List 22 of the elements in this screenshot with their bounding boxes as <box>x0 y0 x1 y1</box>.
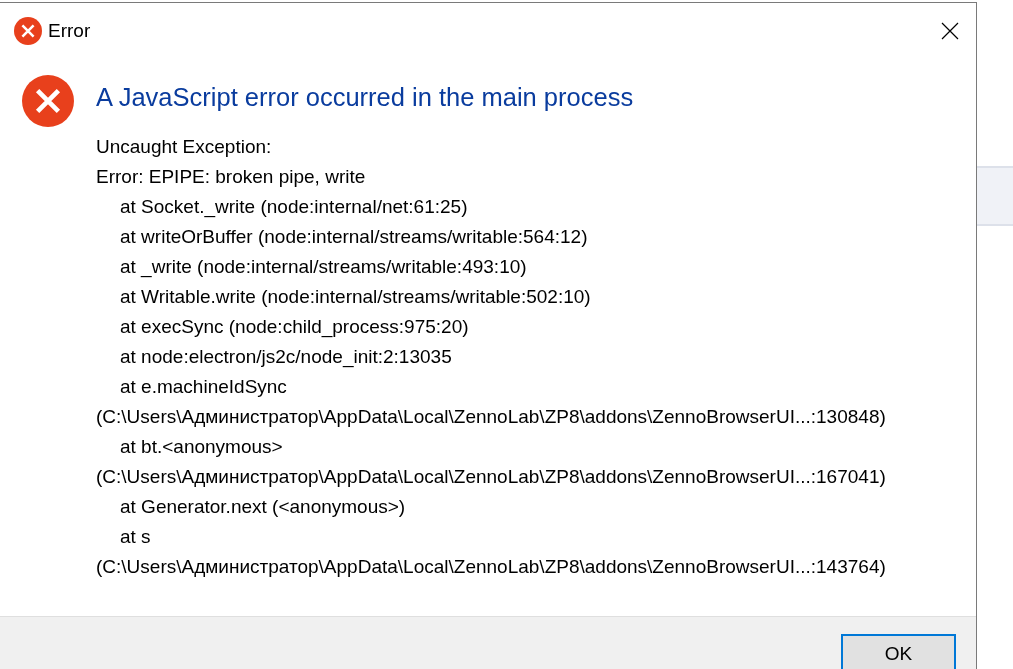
error-message-line: at bt.<anonymous> <box>119 435 284 459</box>
window-title: Error <box>48 20 92 42</box>
error-message-line: (C:\Users\Администратор\AppData\Local\ZennoLab\ZP8\addons\ZennoBrowserUI...:143764) <box>96 555 886 579</box>
error-icon <box>14 17 42 45</box>
error-message-line: at writeOrBuffer (node:internal/streams/writable:564:12) <box>119 225 589 249</box>
error-heading: A JavaScript error occurred in the main process <box>96 82 635 113</box>
error-message-line: Error: EPIPE: broken pipe, write <box>96 165 367 189</box>
error-message-line: at Socket._write (node:internal/net:61:25) <box>119 195 469 220</box>
error-message-line: at Writable.write (node:internal/streams/writable:502:10) <box>119 285 592 309</box>
error-message-line: (C:\Users\Администратор\AppData\Local\ZennoLab\ZP8\addons\ZennoBrowserUI...:130848) <box>96 405 886 429</box>
error-message-line: at e.machineIdSync <box>119 375 288 399</box>
error-icon <box>22 75 74 127</box>
error-message-line: Uncaught Exception: <box>96 135 273 159</box>
error-message-line: at execSync (node:child_process:975:20) <box>119 315 470 340</box>
ok-button[interactable]: OK <box>841 634 956 669</box>
error-message-line: (C:\Users\Администратор\AppData\Local\ZennoLab\ZP8\addons\ZennoBrowserUI...:167041) <box>96 465 886 489</box>
background-panel <box>977 166 1013 226</box>
error-message-line: at s <box>119 525 152 549</box>
error-message-line: at Generator.next (<anonymous>) <box>119 495 407 519</box>
error-message-line: at _write (node:internal/streams/writable:493:10) <box>119 255 528 280</box>
close-icon <box>941 22 959 40</box>
error-message-line: at node:electron/js2c/node_init:2:13035 <box>119 345 453 370</box>
